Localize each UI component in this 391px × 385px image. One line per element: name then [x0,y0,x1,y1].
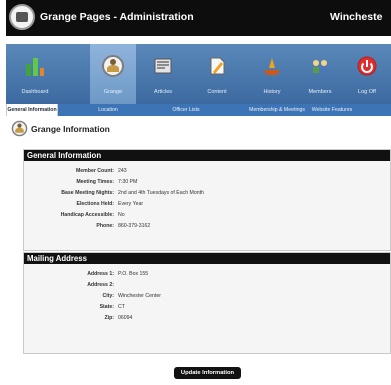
tab-general-information[interactable]: General Information [6,104,58,116]
panel-heading: Mailing Address [24,253,390,264]
update-information-button[interactable]: Update Information [174,367,241,379]
phone-row: Phone: 860-379-3162 [24,223,390,232]
nav-label: Articles [153,89,173,95]
grange-icon [102,55,124,77]
member-count-row: Member Count: 243 [24,168,390,177]
field-value: CT [118,304,125,310]
meeting-times-row: Meeting Times: 7:30 PM [24,179,390,188]
nav-grange[interactable]: Grange [90,44,136,104]
general-information-panel: General Information Member Count: 243 Me… [23,149,391,251]
mailing-address-panel: Mailing Address Address 1: P.O. Box 155 … [23,252,391,354]
tab-bar: General Information Location Officer Lis… [6,104,391,116]
nav-label: History [263,89,281,95]
articles-icon [154,58,172,74]
members-icon [313,60,327,73]
field-label: Zip: [104,315,114,321]
field-label: Member Count: [75,168,114,174]
nav-label: Dashboard [21,89,49,95]
field-label: Meeting Times: [76,179,114,185]
field-value: 7:30 PM [118,179,138,185]
nav-label: Content [207,89,227,95]
field-label: City: [102,293,114,299]
main-nav: Dashboard Grange Articles Content Histor… [6,44,391,104]
grange-logo-icon [9,4,35,30]
app-title: Grange Pages - Administration [40,11,194,23]
address-1-row: Address 1: P.O. Box 155 [24,271,390,280]
field-label: Elections Held: [76,201,114,207]
grange-icon [11,120,28,137]
page-title: Grange Information [31,124,110,134]
title-bar: Grange Pages - Administration Wincheste [6,0,391,36]
field-value: P.O. Box 155 [118,271,149,277]
field-label: Address 1: [87,271,114,277]
nav-articles[interactable]: Articles [139,44,187,104]
log-off-icon [357,56,377,76]
base-meeting-nights-row: Base Meeting Nights: 2nd and 4th Tuesday… [24,190,390,199]
field-value: 243 [118,168,127,174]
handicap-accessible-row: Handicap Accessible: No [24,212,390,221]
nav-label: Members [308,89,332,95]
panel-heading: General Information [24,150,390,161]
field-label: Base Meeting Nights: [61,190,114,196]
field-value: Every Year [118,201,144,207]
nav-members[interactable]: Members [296,44,344,104]
field-value: Winchester Center [118,293,161,299]
field-value: 860-379-3162 [118,223,151,229]
nav-history[interactable]: History [248,44,296,104]
field-value: 2nd and 4th Tuesdays of Each Month [118,190,204,196]
field-label: Phone: [96,223,114,229]
address-2-row: Address 2: [24,282,390,291]
field-value: 06094 [118,315,133,321]
nav-dashboard[interactable]: Dashboard [10,44,60,104]
content-icon [210,57,225,75]
nav-label: Grange [103,89,123,95]
history-icon [264,58,280,75]
city-row: City: Winchester Center [24,293,390,302]
admin-window: Grange Pages - Administration Wincheste … [6,0,391,385]
grange-name-truncated: Wincheste [330,11,383,23]
tab-website-features[interactable]: Website Features [300,104,364,116]
tab-officer-lists[interactable]: Officer Lists [162,104,210,116]
nav-log-off[interactable]: Log Off [343,44,391,104]
dashboard-icon [26,58,44,76]
field-label: Handicap Accessible: [60,212,114,218]
field-label: Address 2: [87,282,114,288]
nav-label: Log Off [358,89,376,95]
elections-held-row: Elections Held: Every Year [24,201,390,210]
nav-content[interactable]: Content [187,44,247,104]
field-label: State: [99,304,114,310]
field-value: No [118,212,125,218]
state-row: State: CT [24,304,390,313]
tab-location[interactable]: Location [88,104,128,116]
zip-row: Zip: 06094 [24,315,390,324]
